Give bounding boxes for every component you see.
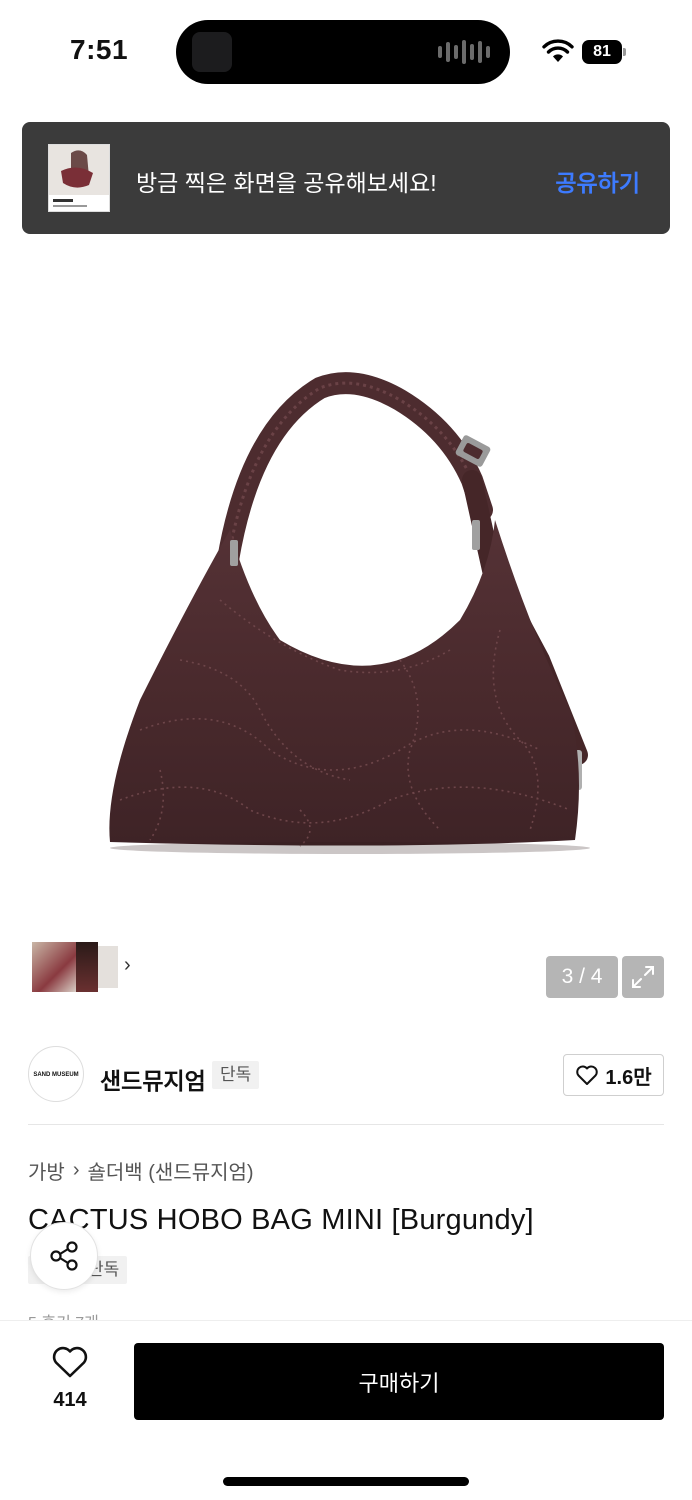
chevron-right-icon: ›	[72, 1159, 80, 1181]
breadcrumb: 가방 › 숄더백 (샌드뮤지엄)	[28, 1156, 254, 1185]
brand-like-button[interactable]: 1.6만	[563, 1054, 664, 1096]
brand-logo[interactable]: SAND MUSEUM	[28, 1046, 84, 1102]
screenshot-thumbnail[interactable]	[48, 144, 110, 212]
image-thumbnail-strip[interactable]: ›	[28, 938, 144, 996]
wishlist-count: 414	[53, 1389, 87, 1411]
home-indicator[interactable]	[223, 1477, 469, 1486]
brand-name[interactable]: 샌드뮤지엄	[100, 1062, 206, 1096]
expand-image-button[interactable]	[622, 956, 664, 998]
heart-icon	[576, 1065, 599, 1085]
status-bar: 7:51 81	[0, 0, 692, 100]
wishlist-button[interactable]: 414	[36, 1345, 104, 1425]
battery-level: 81	[582, 40, 622, 64]
breadcrumb-subcategory[interactable]: 숄더백 (샌드뮤지엄)	[87, 1156, 253, 1185]
island-app-thumbnail	[192, 32, 232, 72]
image-page-counter: 3 / 4	[546, 956, 618, 998]
heart-icon	[52, 1346, 88, 1378]
thumbnail-image[interactable]	[32, 942, 76, 992]
share-banner-text: 방금 찍은 화면을 공유해보세요!	[136, 170, 437, 196]
chevron-right-icon[interactable]: ›	[124, 954, 131, 977]
share-icon	[50, 1241, 78, 1271]
expand-icon	[632, 966, 654, 988]
breadcrumb-category[interactable]: 가방	[28, 1156, 65, 1185]
battery-cap	[623, 48, 626, 56]
buy-button[interactable]: 구매하기	[134, 1343, 664, 1420]
wifi-icon	[542, 39, 574, 62]
product-photo[interactable]	[100, 370, 600, 860]
divider	[28, 1124, 664, 1125]
screenshot-share-banner[interactable]: 방금 찍은 화면을 공유해보세요! 공유하기	[22, 122, 670, 234]
battery-indicator: 81	[582, 40, 626, 64]
thumbnail-image[interactable]	[98, 946, 118, 988]
share-now-button[interactable]: 공유하기	[555, 164, 640, 198]
status-time: 7:51	[70, 34, 129, 65]
audio-wave-icon	[438, 40, 490, 64]
thumbnail-image[interactable]	[76, 942, 98, 992]
brand-row: SAND MUSEUM 샌드뮤지엄 단독 1.6만	[0, 1026, 692, 1126]
brand-like-count: 1.6만	[605, 1066, 652, 1089]
dynamic-island[interactable]	[176, 20, 510, 84]
share-button[interactable]	[30, 1222, 98, 1290]
bottom-action-bar: 414 구매하기	[0, 1320, 692, 1500]
brand-exclusive-tag: 단독	[212, 1061, 260, 1089]
product-title: CACTUS HOBO BAG MINI [Burgundy]	[28, 1204, 534, 1236]
